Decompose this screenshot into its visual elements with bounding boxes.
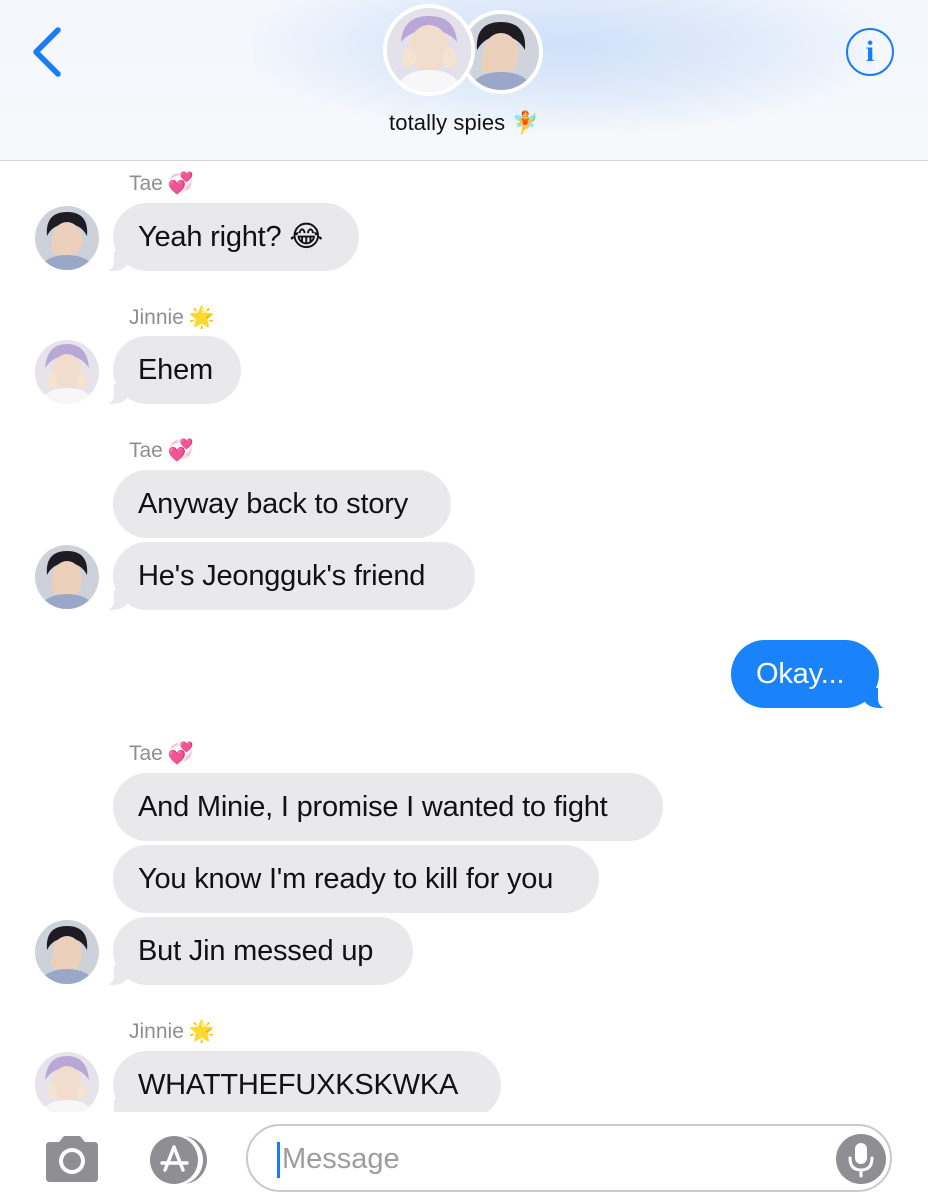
jinnie-group-avatar [383,4,475,96]
tae-avatar[interactable] [35,920,99,984]
message-text: And Minie, I promise I wanted to fight [138,791,608,823]
message-text: Okay... [756,658,845,690]
message-text: Ehem [138,354,213,386]
message-input-field[interactable] [246,1124,892,1192]
sender-name: Tae [129,172,163,195]
star-emoji: 🌟 [188,1020,216,1043]
chat-title[interactable]: totally spies 🧚 [0,110,928,136]
sender-name: Jinnie [129,306,184,329]
chat-title-text: totally spies [389,110,506,135]
message-input[interactable] [282,1134,822,1184]
sender-name: Tae [129,439,163,462]
message-text: WHATTHEFUXKSKWKA [138,1069,459,1101]
heart-emoji: 💞 [167,742,195,765]
message-bubble[interactable]: But Jin messed up [101,917,413,986]
outgoing-message-bubble[interactable]: Okay... [731,640,891,709]
message-text: You know I'm ready to kill for you [138,863,554,895]
jinnie-avatar[interactable] [35,340,99,404]
fairy-emoji: 🧚 [511,110,539,135]
message-text: He's Jeongguk's friend [138,560,426,592]
microphone-icon[interactable] [836,1134,886,1184]
message-bubble[interactable]: Ehem [101,336,241,405]
heart-emoji: 💞 [167,439,195,462]
message-bubble[interactable]: Yeah right? 😂 [101,203,359,272]
sender-label: Jinnie 🌟 [129,306,215,330]
compose-bar [0,1112,928,1200]
message-text: Yeah right? 😂 [138,221,324,253]
sender-name: Jinnie [129,1020,184,1043]
message-bubble[interactable]: WHATTHEFUXKSKWKA [101,1051,501,1120]
star-emoji: 🌟 [188,306,216,329]
text-cursor [277,1142,280,1178]
tae-avatar[interactable] [35,545,99,609]
sender-name: Tae [129,742,163,765]
message-bubble[interactable]: Anyway back to story [113,470,451,538]
jinnie-avatar[interactable] [35,1052,99,1116]
heart-emoji: 💞 [167,172,195,195]
message-text: Anyway back to story [138,488,408,520]
sender-label: Tae 💞 [129,439,194,463]
message-bubble[interactable]: And Minie, I promise I wanted to fight [113,773,663,841]
info-icon[interactable]: i [846,28,894,76]
sender-label: Tae 💞 [129,172,194,196]
sender-label: Tae 💞 [129,742,194,766]
message-text: But Jin messed up [138,935,374,967]
message-bubble[interactable]: You know I'm ready to kill for you [113,845,599,913]
back-chevron-icon[interactable] [28,24,68,80]
group-avatars[interactable] [383,4,545,98]
app-store-icon[interactable] [143,1134,213,1186]
conversation-header: totally spies 🧚 i [0,0,928,161]
camera-icon[interactable] [42,1134,102,1184]
tae-avatar[interactable] [35,206,99,270]
sender-label: Jinnie 🌟 [129,1020,215,1044]
message-bubble[interactable]: He's Jeongguk's friend [101,542,475,611]
